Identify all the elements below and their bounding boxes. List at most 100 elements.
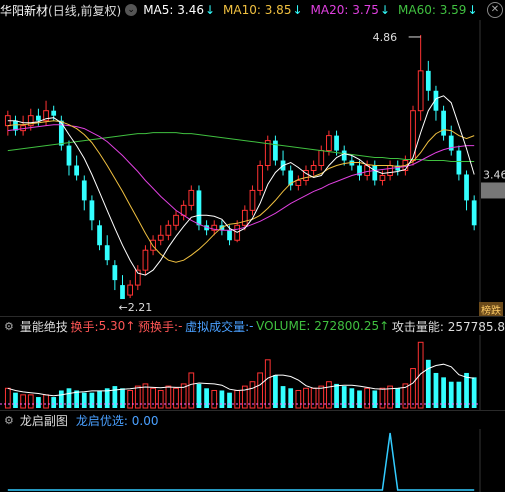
volume-bar [150, 387, 156, 409]
candle-body [127, 284, 134, 296]
turnover-value: 5.30↑ [98, 319, 136, 333]
volume-bar [364, 387, 371, 409]
volume-bar [464, 372, 469, 408]
sub-chart-header: ⚙ 龙启副图 龙启优选: 0.00 [0, 410, 505, 429]
volume-bar [20, 394, 26, 409]
candle-body [318, 150, 325, 167]
volume-chart[interactable] [0, 335, 505, 410]
volume-bar [234, 389, 241, 409]
volume-bar [4, 387, 11, 409]
candle-body [326, 135, 332, 152]
candle-body [456, 150, 462, 175]
candle-body [188, 189, 195, 206]
volume-bar [303, 387, 309, 409]
candle-body [264, 140, 271, 167]
volume-bar [43, 394, 49, 409]
volume-value-label: VOLUME: 272800.25↑ [256, 319, 390, 333]
candle-body [257, 165, 263, 191]
stock-name[interactable]: 华阳新材 [0, 2, 48, 19]
volume-bar [173, 387, 179, 409]
ma20-arrow-icon: ↓ [379, 3, 391, 17]
volume-bar [310, 387, 317, 409]
virtual-volume-label: 虚拟成交量: [185, 319, 250, 334]
candle-body [417, 70, 424, 112]
candle-body [273, 140, 278, 161]
volume-bar [211, 389, 218, 409]
volume-bar [58, 390, 64, 408]
candle-body [104, 245, 110, 261]
volume-bar [410, 368, 416, 409]
candle-body [66, 145, 72, 166]
candle-body [425, 70, 431, 91]
candle-body [249, 189, 256, 211]
candle-body [379, 174, 386, 181]
candle-body [441, 110, 446, 136]
candlestick-chart[interactable]: 4.86 ←2.21 3.46 [0, 20, 505, 316]
volume-bar [27, 394, 34, 409]
volume-bar [219, 390, 225, 408]
candle-body [74, 165, 79, 176]
selection-line [7, 432, 475, 491]
volume-bar [264, 359, 271, 409]
volume-bar [13, 392, 18, 408]
candle-body [173, 214, 179, 226]
high-price-label: 4.86 [373, 31, 398, 44]
turnover-label: 换手: [70, 319, 99, 334]
volume-bar [81, 392, 87, 408]
volume-bar [425, 359, 431, 408]
chevron-down-icon[interactable]: ⌄ [125, 4, 138, 16]
pre-turnover-value: - [178, 319, 183, 333]
volume-bar [372, 390, 378, 408]
candle-body [112, 265, 118, 281]
sub-chart[interactable] [0, 429, 505, 492]
candle-body [334, 135, 339, 151]
volume-bar [280, 386, 286, 408]
volume-bar [74, 390, 79, 408]
rank-tag[interactable]: 榜跌 [479, 302, 503, 317]
ma5-arrow-icon: ↓ [204, 3, 216, 17]
gear-icon[interactable]: ⚙ [4, 320, 14, 333]
volume-bar [433, 372, 439, 408]
ma10-arrow-icon: ↓ [292, 3, 303, 17]
pre-turnover-label: 预换手: [138, 319, 179, 334]
period-label: (日线,前复权) [48, 3, 122, 18]
virtual-volume-value: - [249, 319, 254, 333]
volume-indicator-name[interactable]: 量能绝技 [20, 318, 68, 335]
ma5-label: MA5: 3.46 [143, 3, 204, 17]
candle-body [372, 165, 378, 181]
volume-bar [288, 388, 294, 408]
volume-bar [134, 385, 141, 409]
volume-bar [89, 392, 95, 408]
volume-bar [295, 389, 302, 409]
candle-body [89, 200, 95, 221]
candle-body [165, 224, 172, 236]
ma60-arrow-icon: ↓ [467, 3, 478, 17]
ma5-line [7, 95, 475, 276]
candle-body [227, 230, 232, 241]
volume-bar [318, 385, 325, 409]
close-icon[interactable]: ✕ [487, 2, 503, 18]
volume-header: ⚙ 量能绝技 换手: 5.30↑ 预换手: - 虚拟成交量: - VOLUME:… [0, 316, 505, 335]
candle-body [81, 180, 87, 201]
volume-bar [165, 385, 172, 409]
candle-body [97, 225, 102, 246]
sub-indicator-name[interactable]: 龙启副图 [20, 412, 68, 429]
volume-bar [157, 389, 164, 409]
ma20-label: MA20: 3.75 [310, 3, 379, 17]
attack-volume-label: 攻击量能: 257785.8 [391, 319, 505, 334]
volume-bar [204, 388, 209, 408]
gear-icon[interactable]: ⚙ [4, 414, 14, 427]
volume-bar [441, 377, 446, 408]
ma10-label: MA10: 3.85 [223, 3, 292, 17]
candle-body [241, 209, 248, 226]
candle-body [51, 110, 57, 116]
volume-bar [36, 397, 41, 408]
price-marker [481, 182, 505, 199]
ma60-label: MA60: 3.59 [398, 3, 467, 17]
volume-bar [257, 372, 263, 409]
candle-body [341, 150, 347, 161]
candle-body [120, 285, 125, 300]
volume-bar [341, 386, 347, 408]
volume-bar [387, 385, 393, 409]
candle-body [157, 234, 164, 241]
